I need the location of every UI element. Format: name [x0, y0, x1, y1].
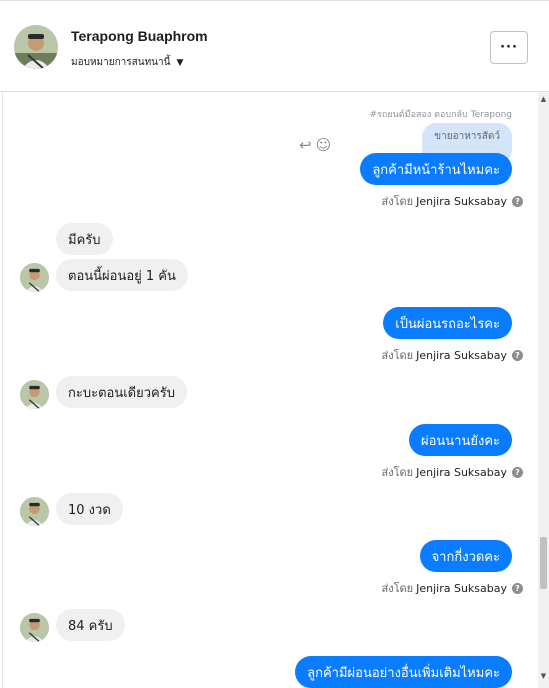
outgoing-message[interactable]: เป็นผ่อนรถอะไรคะ: [383, 307, 512, 339]
reply-icon[interactable]: ↩: [299, 136, 312, 154]
contact-avatar-small: [20, 497, 49, 526]
sent-by-line: ส่งโดย Jenjira Suksabay ?: [382, 579, 523, 597]
incoming-message[interactable]: 10 งวด: [56, 493, 123, 525]
scroll-down-arrow-icon[interactable]: ▼: [539, 672, 548, 680]
contact-avatar-small: [20, 380, 49, 409]
outgoing-message[interactable]: ลูกค้ามีผ่อนอย่างอื่นเพิ่มเติมไหมคะ: [295, 656, 512, 688]
info-icon[interactable]: ?: [512, 466, 523, 478]
sent-by-line: ส่งโดย Jenjira Suksabay ?: [382, 463, 523, 481]
reply-caption: #รถยนต์มือสอง ตอบกลับ Terapong: [369, 110, 512, 120]
contact-avatar-small: [20, 613, 49, 642]
message-scrollbar[interactable]: ▲ ▼: [538, 92, 549, 688]
assign-label: มอบหมายการสนทนานี้: [71, 57, 171, 68]
sent-by-line: ส่งโดย Jenjira Suksabay ?: [382, 346, 523, 364]
sent-by-prefix: ส่งโดย: [381, 195, 414, 208]
outgoing-message[interactable]: ผ่อนนานยังคะ: [408, 424, 512, 456]
panel-left-border: [0, 92, 3, 688]
header-top-border: [0, 0, 549, 4]
outgoing-message[interactable]: จากกี่งวดคะ: [419, 540, 512, 572]
agent-name[interactable]: Jenjira Suksabay: [416, 349, 507, 362]
incoming-message[interactable]: มีครับ: [56, 223, 113, 255]
message-actions: ↩ ☺: [299, 136, 331, 154]
outgoing-message[interactable]: ลูกค้ามีหน้าร้านไหมคะ: [360, 153, 512, 185]
sent-by-line: ส่งโดย Jenjira Suksabay ?: [382, 192, 523, 210]
sent-by-prefix: ส่งโดย: [381, 349, 414, 362]
incoming-message[interactable]: ตอนนี้ผ่อนอยู่ 1 คัน: [56, 259, 188, 291]
scrollbar-thumb[interactable]: [540, 537, 547, 589]
caret-down-icon: ▼: [176, 57, 184, 68]
sent-by-prefix: ส่งโดย: [381, 466, 414, 479]
contact-avatar[interactable]: [14, 25, 58, 69]
contact-name: Terapong Buaphrom: [71, 28, 208, 44]
info-icon[interactable]: ?: [512, 349, 523, 361]
contact-avatar-small: [20, 263, 49, 292]
incoming-message[interactable]: 84 ครับ: [56, 609, 125, 641]
assign-conversation-dropdown[interactable]: มอบหมายการสนทนานี้ ▼: [71, 55, 183, 70]
conversation-header: Terapong Buaphrom มอบหมายการสนทนานี้ ▼ ·…: [0, 0, 549, 92]
info-icon[interactable]: ?: [512, 582, 523, 594]
agent-name[interactable]: Jenjira Suksabay: [416, 582, 507, 595]
scroll-up-arrow-icon[interactable]: ▲: [539, 95, 548, 103]
sent-by-prefix: ส่งโดย: [381, 582, 414, 595]
agent-name[interactable]: Jenjira Suksabay: [416, 195, 507, 208]
agent-name[interactable]: Jenjira Suksabay: [416, 466, 507, 479]
emoji-icon[interactable]: ☺: [316, 136, 332, 154]
more-options-button[interactable]: ···: [490, 31, 528, 64]
incoming-message[interactable]: กะบะตอนเดียวครับ: [56, 376, 187, 408]
info-icon[interactable]: ?: [512, 195, 523, 207]
